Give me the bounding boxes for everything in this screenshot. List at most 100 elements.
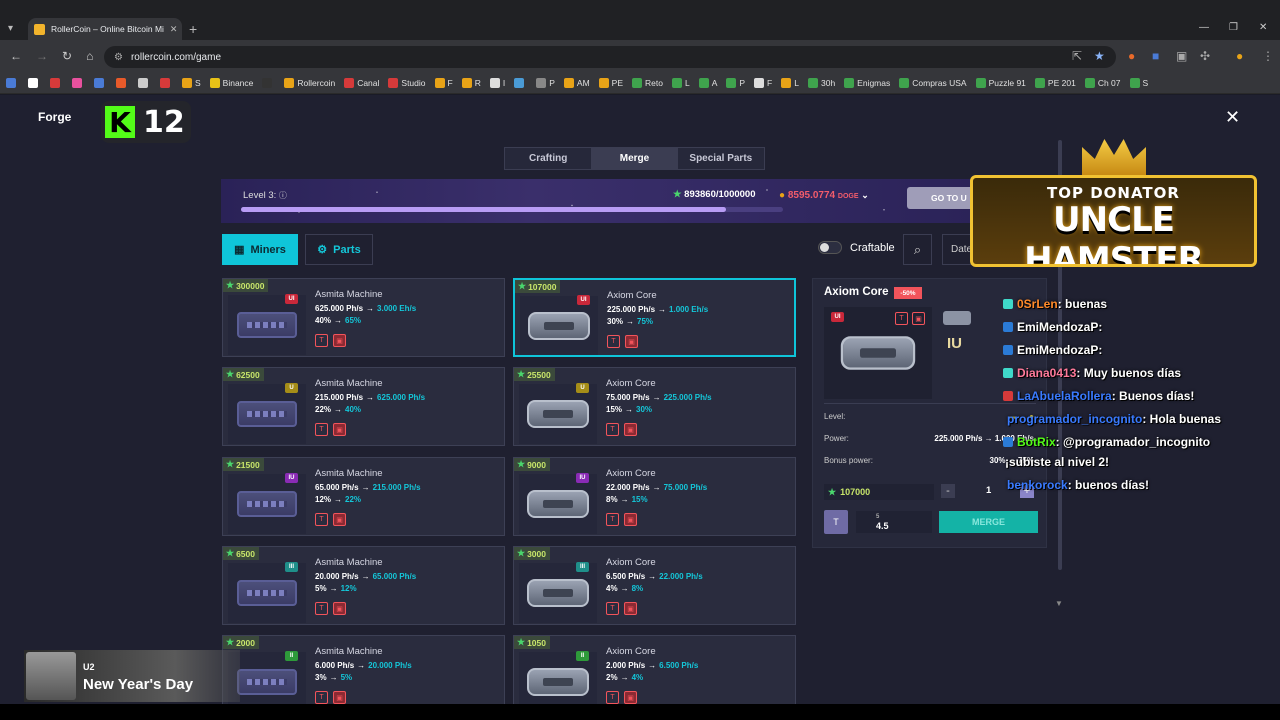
craftable-toggle[interactable]: Craftable <box>818 241 895 254</box>
part-icon[interactable]: ▣ <box>625 335 638 348</box>
bookmark-item[interactable]: Canal <box>344 77 379 88</box>
profile-avatar[interactable]: ● <box>1236 49 1243 63</box>
part-icon[interactable]: ▣ <box>333 602 346 615</box>
toggle-switch[interactable] <box>818 241 842 254</box>
bookmark-item[interactable]: Puzzle 91 <box>975 77 1026 88</box>
craft-icon[interactable]: T <box>315 334 328 347</box>
extension-icon[interactable]: ▣ <box>1176 49 1187 63</box>
bookmark-item[interactable] <box>160 77 173 88</box>
chat-username[interactable]: LaAbuelaRollera <box>1017 389 1112 403</box>
item-card[interactable]: ★ 3000 III Axiom Core 6.500 Ph/s → 22.000 Ph/s… <box>513 546 796 625</box>
close-icon[interactable]: ✕ <box>1225 107 1240 128</box>
bookmark-item[interactable]: L <box>781 77 799 88</box>
bookmark-item[interactable]: 30h <box>807 77 835 88</box>
bookmark-item[interactable]: F <box>434 77 453 88</box>
craft-icon[interactable]: T <box>315 423 328 436</box>
craft-icon[interactable]: T <box>315 602 328 615</box>
bookmark-item[interactable]: Compras USA <box>899 77 967 88</box>
back-icon[interactable]: ← <box>10 49 22 63</box>
quantity-decrease-button[interactable]: - <box>941 484 955 498</box>
item-card[interactable]: ★ 6500 III Asmita Machine 20.000 Ph/s → 65.000… <box>222 546 505 625</box>
extension-fox-icon[interactable]: ● <box>1128 49 1135 63</box>
parts-filter-button[interactable]: ⚙ Parts <box>305 234 373 265</box>
craft-icon[interactable]: T <box>315 691 328 704</box>
bookmark-item[interactable] <box>514 77 527 88</box>
extensions-puzzle-icon[interactable]: ✣ <box>1200 49 1210 63</box>
bookmark-item[interactable]: Enigmas <box>844 77 890 88</box>
chat-username[interactable]: programador_incognito <box>1007 412 1142 426</box>
bookmark-item[interactable]: Studio <box>388 77 426 88</box>
part-icon[interactable]: ▣ <box>912 312 925 325</box>
tab-close-icon[interactable]: ✕ <box>170 24 178 35</box>
item-card[interactable]: ★ 2000 II Asmita Machine 6.000 Ph/s → 20.000 P… <box>222 635 505 714</box>
chat-username[interactable]: EmiMendozaP <box>1017 343 1098 357</box>
part-icon[interactable]: ▣ <box>624 513 637 526</box>
craft-icon[interactable]: T <box>895 312 908 325</box>
bookmark-item[interactable]: P <box>536 77 555 88</box>
item-card[interactable]: ★ 107000 UI Axiom Core 225.000 Ph/s → 1.000 Eh… <box>513 278 796 357</box>
window-close-icon[interactable]: ✕ <box>1259 22 1267 33</box>
bookmark-item[interactable] <box>72 77 85 88</box>
bookmark-item[interactable]: I <box>489 77 505 88</box>
bookmark-item[interactable]: R <box>461 77 481 88</box>
chevron-down-icon[interactable]: ⌄ <box>861 190 869 200</box>
extension-icon[interactable]: ■ <box>1152 49 1159 63</box>
craft-icon[interactable]: T <box>606 691 619 704</box>
part-icon[interactable]: ▣ <box>624 691 637 704</box>
item-card[interactable]: ★ 9000 IU Axiom Core 22.000 Ph/s → 75.000 Ph/s… <box>513 457 796 536</box>
tab-search-icon[interactable]: ▾ <box>8 23 22 37</box>
install-app-icon[interactable]: ⇱ <box>1072 49 1082 63</box>
part-icon[interactable]: ▣ <box>624 602 637 615</box>
chat-username[interactable]: Diana0413 <box>1017 366 1076 380</box>
bookmark-item[interactable] <box>138 77 151 88</box>
part-icon[interactable]: ▣ <box>333 334 346 347</box>
bookmark-star-icon[interactable]: ★ <box>1094 49 1105 63</box>
tab-crafting[interactable]: Crafting <box>505 148 591 169</box>
chat-username[interactable]: 0SrLen <box>1017 297 1058 311</box>
bookmark-item[interactable]: Rollercoin <box>284 77 335 88</box>
tab-merge[interactable]: Merge <box>591 148 678 169</box>
craft-icon[interactable]: T <box>606 423 619 436</box>
search-button[interactable]: ⌕ <box>903 234 932 265</box>
craft-icon[interactable]: T <box>315 513 328 526</box>
craft-icon[interactable]: T <box>606 513 619 526</box>
bookmark-item[interactable]: A <box>698 77 717 88</box>
item-card[interactable]: ★ 21500 IU Asmita Machine 65.000 Ph/s → 215.00… <box>222 457 505 536</box>
info-icon[interactable]: ⓘ <box>279 191 287 200</box>
bookmark-item[interactable] <box>28 77 41 88</box>
browser-tab[interactable]: RollerCoin – Online Bitcoin Mi ✕ <box>28 18 182 40</box>
part-icon[interactable]: ▣ <box>333 423 346 436</box>
craft-icon[interactable]: T <box>606 602 619 615</box>
craft-icon[interactable]: T <box>607 335 620 348</box>
part-icon[interactable]: ▣ <box>624 423 637 436</box>
bookmark-item[interactable]: Reto <box>632 77 663 88</box>
bookmark-item[interactable]: Binance <box>209 77 253 88</box>
bookmark-item[interactable]: Ch 07 <box>1084 77 1121 88</box>
chat-username[interactable]: EmiMendozaP <box>1017 320 1098 334</box>
part-icon[interactable]: ▣ <box>333 513 346 526</box>
item-card[interactable]: ★ 300000 UI Asmita Machine 625.000 Ph/s → 3.00… <box>222 278 505 357</box>
tab-special-parts[interactable]: Special Parts <box>678 148 764 169</box>
bookmark-item[interactable]: L <box>671 77 690 88</box>
bookmark-item[interactable]: P <box>726 77 745 88</box>
merge-button[interactable]: MERGE <box>939 511 1038 533</box>
bookmark-item[interactable] <box>116 77 129 88</box>
bookmark-item[interactable] <box>94 77 107 88</box>
site-info-icon[interactable]: ⚙ <box>114 52 123 63</box>
bookmark-item[interactable]: PE <box>598 77 623 88</box>
item-card[interactable]: ★ 62500 U Asmita Machine 215.000 Ph/s → 625.00… <box>222 367 505 446</box>
forward-icon[interactable]: → <box>36 49 48 63</box>
bookmark-item[interactable]: AM <box>563 77 590 88</box>
bookmark-item[interactable]: F <box>754 77 772 88</box>
item-card[interactable]: ★ 1050 II Axiom Core 2.000 Ph/s → 6.500 Ph/s 2%… <box>513 635 796 714</box>
miners-filter-button[interactable]: ▦ Miners <box>222 234 298 265</box>
reload-icon[interactable]: ↻ <box>62 49 72 63</box>
scroll-down-icon[interactable]: ▼ <box>1055 599 1063 608</box>
chat-username[interactable]: BotRix <box>1017 435 1056 449</box>
part-icon[interactable]: ▣ <box>333 691 346 704</box>
minimize-icon[interactable]: — <box>1199 22 1209 33</box>
maximize-icon[interactable]: ❐ <box>1229 22 1238 33</box>
new-tab-icon[interactable]: + <box>189 21 197 37</box>
bookmark-item[interactable] <box>6 77 19 88</box>
address-bar[interactable]: ⚙ rollercoin.com/game <box>104 46 1116 68</box>
